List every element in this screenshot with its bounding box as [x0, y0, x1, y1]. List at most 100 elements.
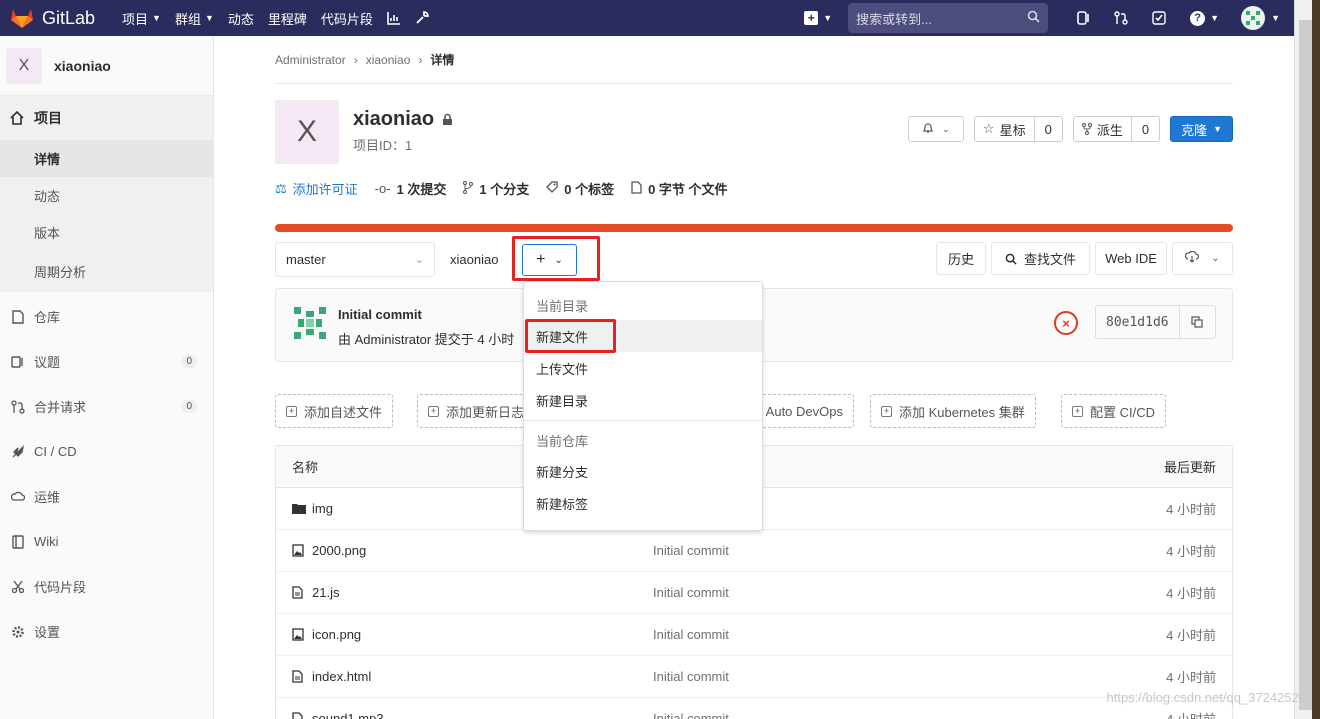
commit-sha[interactable]: 80e1d1d6	[1096, 306, 1179, 338]
scale-icon: ⚖	[275, 180, 287, 196]
help-dropdown[interactable]: ? ▼	[1190, 10, 1219, 26]
sidebar-item-repository[interactable]: 仓库	[0, 294, 213, 339]
nav-activity[interactable]: 动态	[228, 9, 254, 28]
download-dropdown[interactable]: ⌄	[1172, 242, 1233, 275]
nav-groups[interactable]: 群组 ▼	[175, 9, 214, 28]
merge-requests-count-badge: 0	[181, 400, 197, 413]
sidebar-sub-activity[interactable]: 动态	[0, 177, 213, 214]
file-name[interactable]: sound1.mp3	[312, 711, 384, 719]
sidebar-sub-cycle-analytics[interactable]: 周期分析	[0, 251, 213, 292]
copy-icon[interactable]	[1178, 306, 1215, 338]
sidebar-item-merge-requests[interactable]: 合并请求 0	[0, 384, 213, 429]
todo-check-icon[interactable]	[1152, 11, 1166, 25]
setup-ci-cd-button[interactable]: + 配置 CI/CD	[1061, 394, 1167, 428]
cloud-icon	[10, 490, 26, 504]
merge-request-icon[interactable]	[1114, 11, 1128, 25]
branches-stat[interactable]: 1 个分支	[463, 179, 529, 198]
watermark: https://blog.csdn.net/qq_37242520	[1106, 690, 1307, 705]
fork-count: 0	[1130, 117, 1159, 141]
find-file-button[interactable]: 查找文件	[991, 242, 1090, 275]
table-row[interactable]: 2000.png Initial commit 4 小时前	[276, 530, 1232, 572]
menu-new-branch[interactable]: 新建分支	[524, 455, 762, 487]
nav-milestones-label: 里程碑	[267, 11, 307, 27]
sidebar-item-snippets[interactable]: 代码片段	[0, 564, 213, 609]
add-readme-button[interactable]: + 添加自述文件	[275, 394, 394, 428]
history-label: 历史	[947, 252, 974, 267]
chart-icon[interactable]	[387, 11, 401, 25]
file-commit[interactable]: Initial commit	[653, 627, 729, 642]
menu-new-tag[interactable]: 新建标签	[524, 487, 762, 519]
logo-text: GitLab	[42, 7, 96, 28]
sidebar-project-header[interactable]: X xiaoniao	[0, 36, 213, 96]
project-sidebar: X xiaoniao 项目 详情 动态 版本 周期分析 仓库 议题 0 合并请求…	[0, 36, 214, 719]
add-license-link[interactable]: ⚖ 添加许可证	[275, 179, 358, 198]
sidebar-item-wiki[interactable]: Wiki	[0, 519, 213, 564]
sidebar-toggle-icon[interactable]	[1076, 11, 1090, 25]
file-name[interactable]: 21.js	[312, 585, 339, 600]
gitlab-logo[interactable]: GitLab	[10, 7, 110, 29]
user-avatar[interactable]	[1241, 6, 1266, 30]
sidebar-item-ci-cd[interactable]: CI / CD	[0, 429, 213, 474]
table-row[interactable]: index.html Initial commit 4 小时前	[276, 656, 1232, 698]
nav-projects[interactable]: 项目 ▼	[122, 9, 161, 28]
nav-groups-label: 群组	[174, 11, 201, 27]
size-text: 0 字节 个文件	[648, 182, 728, 197]
history-button[interactable]: 历史	[936, 242, 986, 275]
commit-author-avatar[interactable]	[292, 305, 328, 341]
notification-dropdown[interactable]: ⌄	[907, 116, 964, 142]
search-placeholder: 搜索或转到...	[856, 11, 932, 27]
rocket-icon	[10, 444, 26, 459]
merge-icon	[10, 399, 26, 414]
commit-title[interactable]: Initial commit	[338, 307, 422, 322]
issues-count-badge: 0	[181, 355, 197, 368]
add-changelog-label: 添加更新日志	[446, 404, 525, 420]
new-dropdown-button[interactable]: + ▼	[804, 11, 832, 25]
star-button[interactable]: ☆ 星标 0	[973, 116, 1063, 142]
search-input[interactable]: 搜索或转到...	[848, 3, 1049, 33]
sidebar-sub-details[interactable]: 详情	[0, 140, 213, 177]
sidebar-item-project[interactable]: 项目	[0, 96, 213, 140]
chevron-down-icon: ▼	[1271, 13, 1280, 23]
tree-path[interactable]: xiaoniao	[450, 252, 498, 267]
plus-square-icon: +	[286, 405, 297, 417]
wrench-icon[interactable]	[415, 11, 429, 25]
sidebar-sub-releases[interactable]: 版本	[0, 214, 213, 251]
file-name[interactable]: img	[312, 501, 333, 516]
menu-upload-file[interactable]: 上传文件	[524, 352, 762, 384]
breadcrumb-project[interactable]: xiaoniao	[366, 53, 411, 67]
table-row[interactable]: sound1.mp3 Initial commit 4 小时前	[276, 698, 1232, 719]
sidebar-item-operations[interactable]: 运维	[0, 474, 213, 519]
sidebar-item-issues[interactable]: 议题 0	[0, 339, 213, 384]
breadcrumb-admin[interactable]: Administrator	[275, 53, 346, 67]
clone-button[interactable]: 克隆 ▼	[1170, 116, 1233, 142]
nav-snippets[interactable]: 代码片段	[321, 9, 373, 28]
project-header: X xiaoniao 项目ID：1	[275, 100, 453, 164]
file-name[interactable]: index.html	[312, 669, 371, 684]
auto-devops-label: Auto DevOps	[765, 403, 843, 419]
sidebar-item-project-label: 项目	[34, 110, 62, 126]
branches-count: 1 个分支	[479, 182, 530, 197]
table-row[interactable]: icon.png Initial commit 4 小时前	[276, 614, 1232, 656]
add-kubernetes-button[interactable]: + 添加 Kubernetes 集群	[870, 394, 1036, 428]
file-commit[interactable]: Initial commit	[653, 585, 729, 600]
chevron-down-icon: ⌄	[1211, 253, 1220, 264]
tags-stat[interactable]: 0 个标签	[546, 179, 614, 198]
scrollbar-thumb[interactable]	[1299, 20, 1313, 710]
file-commit[interactable]: Initial commit	[653, 711, 729, 719]
add-changelog-button[interactable]: + 添加更新日志	[417, 394, 536, 428]
commits-stat[interactable]: -o- 1 次提交	[375, 179, 447, 198]
nav-milestones[interactable]: 里程碑	[268, 9, 307, 28]
pipeline-failed-icon[interactable]: ×	[1054, 311, 1078, 335]
branch-selector[interactable]: master ⌄	[275, 242, 435, 277]
project-title-block: xiaoniao 项目ID：1	[353, 108, 453, 164]
file-commit[interactable]: Initial commit	[653, 669, 729, 684]
file-name[interactable]: 2000.png	[312, 543, 366, 558]
sidebar-item-settings[interactable]: 设置	[0, 609, 213, 654]
file-name[interactable]: icon.png	[312, 627, 361, 642]
menu-new-directory[interactable]: 新建目录	[524, 384, 762, 416]
fork-icon	[1081, 123, 1092, 135]
fork-button[interactable]: 派生 0	[1072, 116, 1161, 142]
web-ide-button[interactable]: Web IDE	[1095, 242, 1167, 275]
file-commit[interactable]: Initial commit	[653, 543, 729, 558]
table-row[interactable]: 21.js Initial commit 4 小时前	[276, 572, 1232, 614]
